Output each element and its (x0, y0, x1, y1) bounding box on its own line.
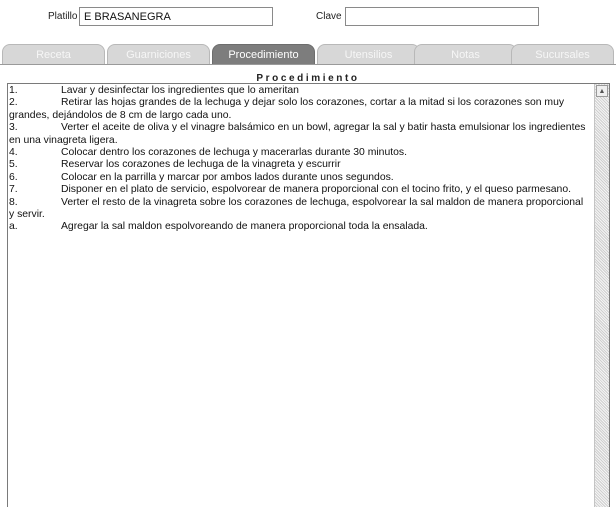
step-number: 4. (9, 147, 18, 159)
step-item: 4. Colocar dentro los corazones de lechug… (9, 147, 591, 159)
step-text: Reservar los corazones de lechuga de la … (61, 159, 341, 171)
step-text: Retirar las hojas grandes de la lechuga … (9, 97, 565, 121)
tab-utensilios[interactable]: Utensilios (317, 44, 420, 65)
tab-bar: Receta Guarniciones Procedimiento Utensi… (0, 44, 616, 65)
step-text: Verter el resto de la vinagreta sobre lo… (9, 196, 584, 221)
tab-receta[interactable]: Receta (2, 44, 105, 65)
step-item: a. Agregar la sal maldon espolvoreando de… (9, 221, 591, 233)
vertical-scrollbar[interactable]: ▲ (594, 84, 609, 507)
step-text: Verter el aceite de oliva y el vinagre b… (9, 122, 586, 146)
tab-label: Guarniciones (126, 49, 191, 61)
step-item: 7. Disponer en el plato de servicio, espo… (9, 184, 591, 196)
step-item: 2. Retirar las hojas grandes de la lechug… (9, 97, 591, 122)
scroll-up-button[interactable]: ▲ (596, 85, 608, 97)
tab-notas[interactable]: Notas (414, 44, 517, 65)
clave-field[interactable] (345, 7, 539, 26)
header-bar: Platillo Clave (0, 0, 616, 30)
tab-divider (0, 64, 616, 65)
step-number: 3. (9, 122, 18, 134)
clave-label: Clave (316, 11, 342, 22)
step-item: 6. Colocar en la parrilla y marcar por am… (9, 172, 591, 184)
tab-label: Receta (36, 49, 71, 61)
tab-sucursales[interactable]: Sucursales (511, 44, 614, 65)
platillo-field[interactable] (79, 7, 273, 26)
step-item: 1. Lavar y desinfectar los ingredientes q… (9, 85, 591, 97)
tab-label: Utensilios (344, 49, 393, 61)
step-text: Colocar en la parrilla y marcar por ambo… (61, 171, 394, 183)
step-number: 5. (9, 159, 18, 171)
step-number: 7. (9, 184, 18, 196)
step-text: Disponer en el plato de servicio, espolv… (61, 184, 572, 196)
triangle-up-icon: ▲ (598, 87, 606, 95)
step-number: 2. (9, 97, 18, 109)
tab-label: Sucursales (535, 49, 590, 61)
step-item: 5. Reservar los corazones de lechuga de l… (9, 159, 591, 171)
procedimiento-textarea[interactable]: 1. Lavar y desinfectar los ingredientes q… (7, 83, 610, 507)
step-item: 8. Verter el resto de la vinagreta sobre … (9, 197, 591, 222)
step-number: 8. (9, 196, 18, 208)
tab-label: Notas (451, 49, 480, 61)
tab-procedimiento[interactable]: Procedimiento (212, 44, 315, 65)
tab-label: Procedimiento (228, 49, 299, 61)
step-number: 1. (9, 85, 18, 96)
step-number: a. (9, 221, 18, 233)
step-number: 6. (9, 171, 18, 183)
step-text: Agregar la sal maldon espolvoreando de m… (61, 221, 428, 233)
platillo-label: Platillo (48, 11, 78, 22)
step-text: Lavar y desinfectar los ingredientes que… (61, 85, 299, 96)
steps-list: 1. Lavar y desinfectar los ingredientes q… (8, 84, 609, 234)
step-text: Colocar dentro los corazones de lechuga … (61, 147, 407, 159)
tab-guarniciones[interactable]: Guarniciones (107, 44, 210, 65)
step-item: 3. Verter el aceite de oliva y el vinagre… (9, 122, 591, 147)
